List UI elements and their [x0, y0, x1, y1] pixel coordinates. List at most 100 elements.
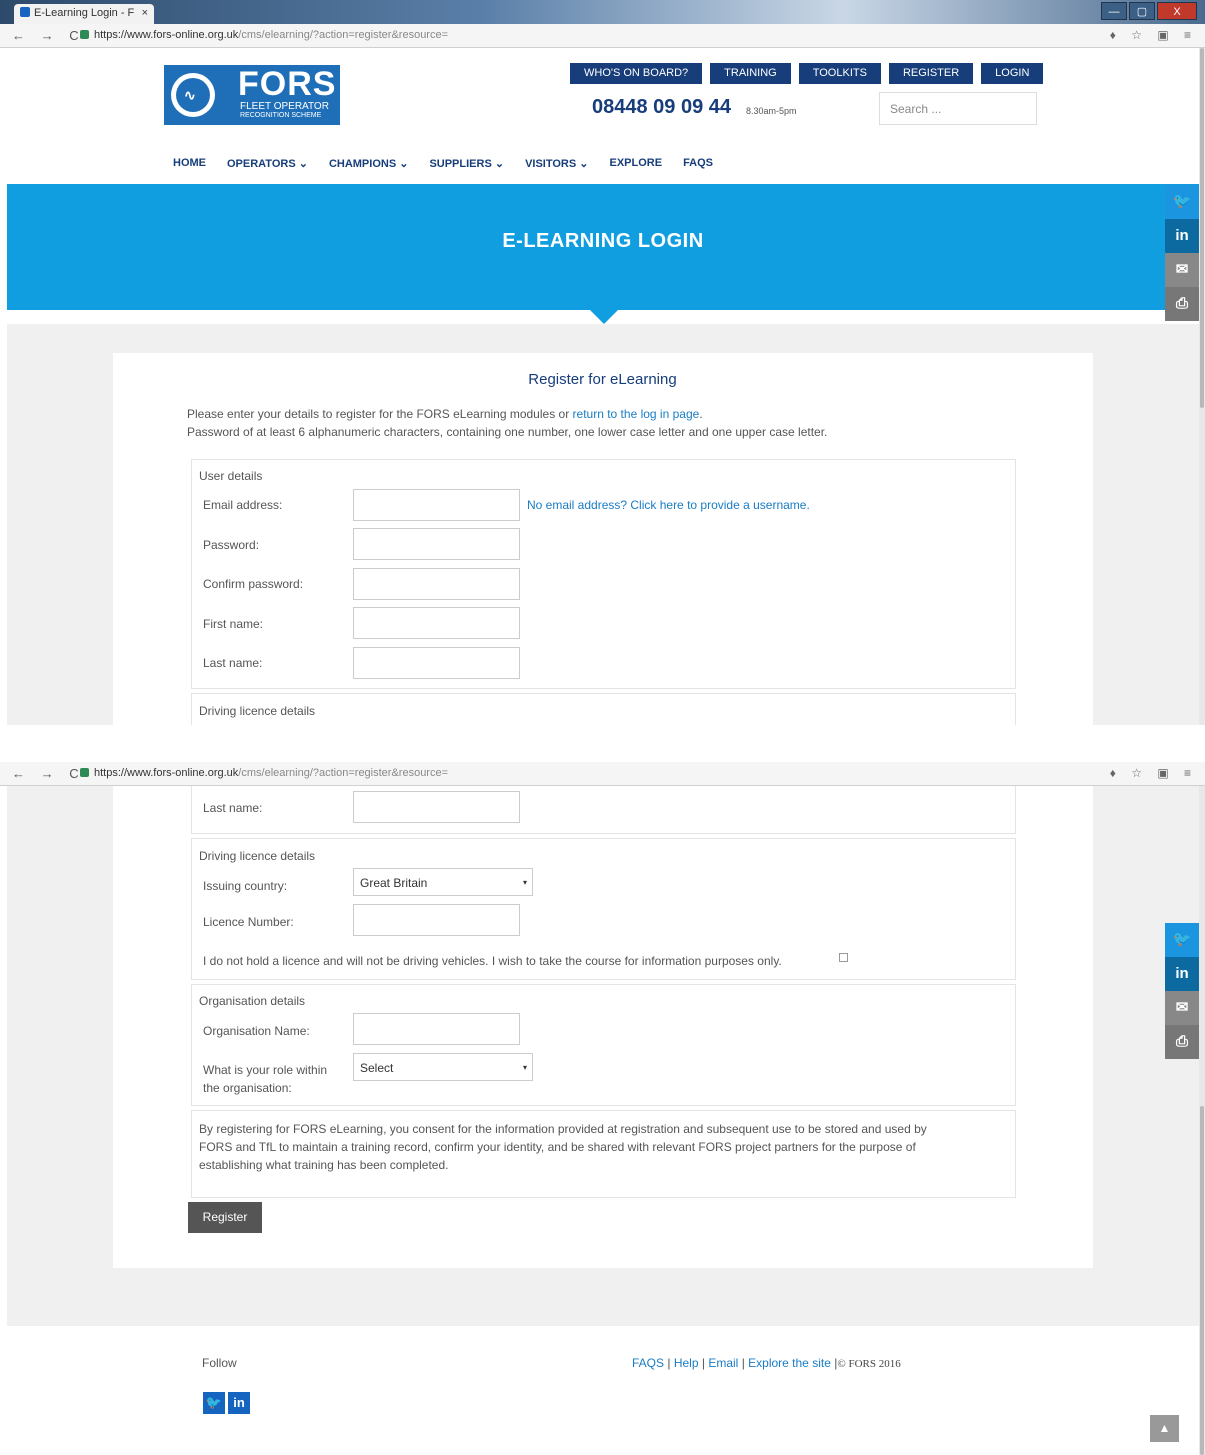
last-name-field[interactable] [353, 791, 520, 823]
hero-arrow [590, 310, 618, 324]
consent-fieldset: By registering for FORS eLearning, you c… [191, 1110, 1016, 1198]
footer-link-faqs[interactable]: FAQS [632, 1356, 664, 1370]
linkedin-icon[interactable]: in [228, 1392, 250, 1414]
browser-tool-icons[interactable]: ♦ ☆ ▣ ≡ [1110, 28, 1197, 42]
twitter-share-icon[interactable]: 🐦 [1165, 923, 1199, 957]
scrollbar-thumb[interactable] [1200, 1106, 1204, 1455]
role-label-line2: the organisation: [203, 1081, 292, 1095]
provide-username-link[interactable]: No email address? Click here to provide … [527, 498, 810, 512]
footer-link-help[interactable]: Help [674, 1356, 699, 1370]
consent-line-1: By registering for FORS eLearning, you c… [199, 1122, 927, 1136]
footer-link-email[interactable]: Email [708, 1356, 738, 1370]
tab-title: E-Learning Login - F [34, 7, 135, 19]
confirm-password-field[interactable] [353, 568, 520, 600]
consent-line-3: establishing what training has been comp… [199, 1158, 449, 1172]
scrollbar-thumb[interactable] [1200, 48, 1204, 408]
twitter-icon[interactable]: 🐦 [203, 1392, 225, 1414]
back-to-top-button[interactable]: ▲ [1150, 1415, 1179, 1442]
organisation-name-field[interactable] [353, 1013, 520, 1045]
password-field[interactable] [353, 528, 520, 560]
close-window-button[interactable]: X [1157, 2, 1197, 20]
browser-tab[interactable]: E-Learning Login - F × [14, 4, 154, 24]
register-button[interactable]: Register [188, 1202, 262, 1233]
share-bar: 🐦 in ✉ ⎙ [1165, 185, 1199, 321]
twitter-share-icon[interactable]: 🐦 [1165, 185, 1199, 219]
consent-text: By registering for FORS eLearning, you c… [199, 1120, 927, 1174]
return-to-login-link[interactable]: return to the log in page [573, 407, 700, 421]
lock-icon [80, 768, 89, 777]
licence-legend: Driving licence details [199, 849, 316, 863]
linkedin-share-icon[interactable]: in [1165, 219, 1199, 253]
role-label-line1: What is your role within [203, 1063, 328, 1077]
linkedin-share-icon[interactable]: in [1165, 957, 1199, 991]
main-nav: HOME OPERATORS ⌄ CHAMPIONS ⌄ SUPPLIERS ⌄… [173, 157, 734, 170]
no-licence-text: I do not hold a licence and will not be … [203, 954, 782, 968]
url-field[interactable]: https://www.fors-online.org.uk/cms/elear… [94, 29, 448, 41]
role-select[interactable]: Select ▾ [353, 1053, 533, 1081]
scrollbar[interactable] [1199, 786, 1205, 1455]
password-label: Password: [203, 538, 260, 552]
chevron-down-icon: ▾ [522, 1063, 527, 1072]
lock-icon [80, 30, 89, 39]
training-button[interactable]: TRAINING [710, 63, 791, 84]
last-name-field[interactable] [353, 647, 520, 679]
form-intro: Please enter your details to register fo… [187, 405, 827, 441]
nav-suppliers[interactable]: SUPPLIERS ⌄ [429, 157, 504, 170]
scrollbar[interactable] [1199, 48, 1205, 725]
share-bar: 🐦 in ✉ ⎙ [1165, 923, 1199, 1059]
url-host: https://www.fors-online.org.uk [94, 29, 239, 41]
logo-subtitle-2: RECOGNITION SCHEME [240, 112, 322, 119]
issuing-country-value: Great Britain [360, 876, 428, 890]
licence-fieldset: Driving licence details Issuing country:… [191, 838, 1016, 980]
url-path: /cms/elearning/?action=register&resource… [238, 767, 449, 779]
role-value: Select [360, 1061, 394, 1075]
no-licence-checkbox[interactable] [839, 953, 848, 962]
screenshot-bottom: ← → C https://www.fors-online.org.uk/cms… [0, 760, 1205, 1455]
logo-name: FORS [238, 65, 337, 103]
email-field[interactable] [353, 489, 520, 521]
role-label: What is your role within the organisation… [203, 1061, 327, 1097]
print-icon[interactable]: ⎙ [1165, 287, 1199, 321]
footer-link-explore[interactable]: Explore the site [748, 1356, 831, 1370]
nav-champions[interactable]: CHAMPIONS ⌄ [329, 157, 409, 170]
email-share-icon[interactable]: ✉ [1165, 253, 1199, 287]
window-titlebar: E-Learning Login - F × — ▢ X [0, 0, 1205, 24]
intro-text: Please enter your details to register fo… [187, 407, 573, 421]
register-top-button[interactable]: REGISTER [888, 63, 974, 84]
licence-number-field[interactable] [353, 904, 520, 936]
footer-separator: | [741, 1356, 745, 1370]
fors-logo[interactable]: ∿ FORS FLEET OPERATOR RECOGNITION SCHEME [164, 65, 340, 125]
footer-links: FAQS | Help | Email | Explore the site |… [632, 1356, 901, 1370]
organisation-legend: Organisation details [199, 994, 306, 1008]
nav-faqs[interactable]: FAQS [683, 157, 713, 170]
favicon-icon [20, 7, 30, 17]
search-input[interactable]: Search ... [879, 92, 1037, 125]
address-bar: ← → C https://www.fors-online.org.uk/cms… [0, 762, 1205, 786]
footer-social: 🐦 in [203, 1392, 250, 1414]
nav-explore[interactable]: EXPLORE [609, 157, 662, 170]
licence-fieldset-partial: Driving licence details [191, 693, 1016, 725]
browser-tool-icons[interactable]: ♦ ☆ ▣ ≡ [1110, 766, 1197, 780]
browser-nav-icons[interactable]: ← → C [12, 28, 85, 43]
nav-home[interactable]: HOME [173, 157, 206, 170]
licence-legend: Driving licence details [199, 704, 316, 718]
login-button[interactable]: LOGIN [981, 63, 1044, 84]
form-heading: Register for eLearning [528, 371, 677, 388]
window-controls: — ▢ X [1101, 2, 1197, 20]
url-field[interactable]: https://www.fors-online.org.uk/cms/elear… [94, 767, 448, 779]
nav-visitors[interactable]: VISITORS ⌄ [525, 157, 588, 170]
maximize-button[interactable]: ▢ [1129, 2, 1155, 20]
first-name-field[interactable] [353, 607, 520, 639]
toolkits-button[interactable]: TOOLKITS [798, 63, 881, 84]
print-icon[interactable]: ⎙ [1165, 1025, 1199, 1059]
minimize-button[interactable]: — [1101, 2, 1127, 20]
whos-on-board-button[interactable]: WHO'S ON BOARD? [570, 63, 703, 84]
tab-close-icon[interactable]: × [142, 7, 148, 19]
issuing-country-select[interactable]: Great Britain ▾ [353, 868, 533, 896]
footer-copyright: © FORS 2016 [837, 1358, 901, 1370]
email-share-icon[interactable]: ✉ [1165, 991, 1199, 1025]
url-host: https://www.fors-online.org.uk [94, 767, 239, 779]
password-rules: Password of at least 6 alphanumeric char… [187, 425, 828, 439]
browser-nav-icons[interactable]: ← → C [12, 766, 85, 781]
nav-operators[interactable]: OPERATORS ⌄ [227, 157, 308, 170]
